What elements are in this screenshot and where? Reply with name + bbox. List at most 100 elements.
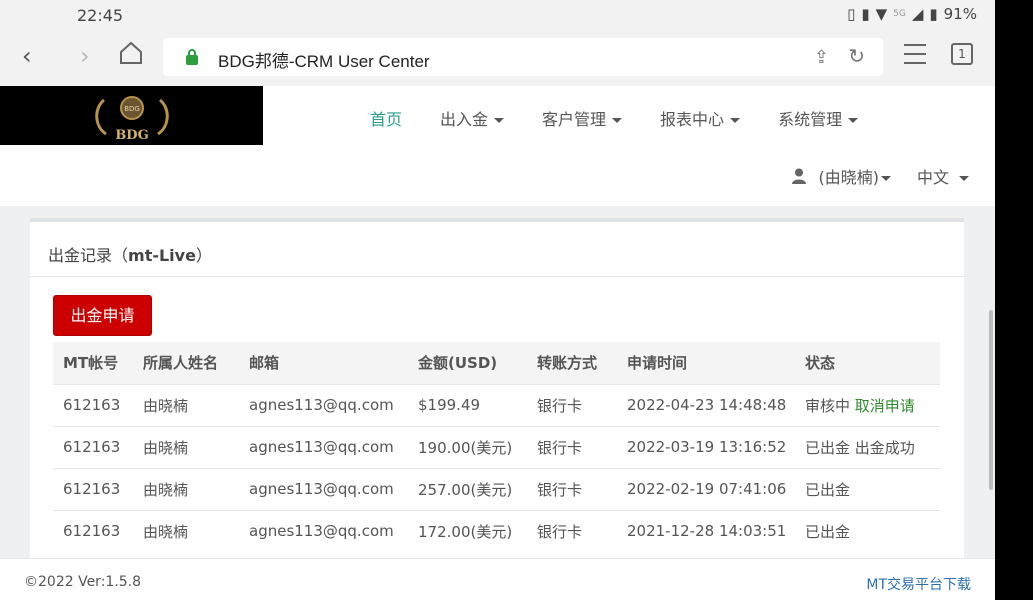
cell-amount: 257.00(美元): [408, 467, 527, 510]
wifi-icon: ▼: [875, 5, 888, 23]
battery-level: 91%: [943, 5, 977, 23]
cell-time: 2022-03-19 13:16:52: [617, 425, 795, 468]
chevron-down-icon: [730, 118, 741, 123]
table-row: 612163 由晓楠 agnes113@qq.com 190.00(美元) 银行…: [53, 425, 940, 468]
panel-title-account: mt-Live: [128, 246, 196, 265]
signal-icon: ◢: [911, 5, 924, 23]
site-header: BDG BDG 首页 出入金 客户管理 报表中心 系统管理 (由晓楠) 中文: [0, 86, 995, 206]
logo[interactable]: BDG BDG: [0, 86, 263, 145]
cell-amount: 190.00(美元): [408, 425, 527, 468]
cell-status: 已出金 出金成功: [795, 425, 940, 468]
footer: ©2022 Ver:1.5.8 MT交易平台下载: [0, 558, 995, 600]
lock-icon: [186, 49, 198, 65]
status-bar: 22:45 ▯ ▮ ▼ 5G ◢ ▮ 91%: [0, 0, 995, 30]
status-icons: ▯ ▮ ▼ 5G ◢ ▮ 91%: [847, 5, 977, 23]
tabs-count-button[interactable]: 1: [951, 43, 973, 65]
chevron-down-icon: [880, 176, 891, 181]
col-owner-name: 所属人姓名: [133, 342, 239, 384]
nav-system-management[interactable]: 系统管理: [778, 106, 859, 130]
chevron-down-icon: [612, 118, 623, 123]
cell-status: 审核中 取消申请: [795, 383, 940, 426]
nav-customer-management[interactable]: 客户管理: [542, 106, 623, 130]
table-header-row: MT帐号 所属人姓名 邮箱 金额(USD) 转账方式 申请时间 状态: [53, 342, 940, 384]
mt-platform-download-link[interactable]: MT交易平台下载: [866, 574, 971, 594]
cell-name: 由晓楠: [133, 509, 239, 552]
cell-amount: 172.00(美元): [408, 509, 527, 552]
address-bar[interactable]: BDG邦德-CRM User Center ⇪ ↻: [163, 38, 883, 76]
logo-text: BDG: [115, 128, 148, 142]
status-time: 22:45: [77, 6, 124, 25]
col-email: 邮箱: [239, 342, 408, 384]
cell-method: 银行卡: [527, 383, 617, 426]
cell-email: agnes113@qq.com: [239, 383, 408, 426]
chevron-down-icon: [959, 176, 969, 181]
user-icon: [792, 168, 807, 184]
cell-amount: $199.49: [408, 383, 527, 426]
cell-status: 已出金: [795, 467, 940, 510]
col-mt-account: MT帐号: [53, 342, 133, 384]
user-dropdown[interactable]: (由晓楠): [818, 164, 891, 188]
divider: [30, 276, 964, 277]
nav-customer-management-label: 客户管理: [542, 110, 607, 129]
version-text: ©2022 Ver:1.5.8: [24, 574, 142, 590]
cell-method: 银行卡: [527, 425, 617, 468]
chevron-down-icon: [848, 118, 859, 123]
cancel-application-link[interactable]: 取消申请: [855, 397, 915, 415]
screen-edge: [995, 0, 1033, 600]
withdrawal-records-panel: 出金记录（mt-Live） 出金申请 MT帐号 所属人姓名 邮箱 金额(USD)…: [30, 218, 964, 568]
cell-name: 由晓楠: [133, 467, 239, 510]
col-apply-time: 申请时间: [617, 342, 795, 384]
col-status: 状态: [795, 342, 940, 384]
cell-account: 612163: [53, 383, 133, 426]
table-row: 612163 由晓楠 agnes113@qq.com $199.49 银行卡 2…: [53, 383, 940, 426]
home-icon[interactable]: [118, 40, 144, 72]
forward-icon[interactable]: ›: [80, 42, 90, 70]
cell-time: 2022-02-19 07:41:06: [617, 467, 795, 510]
nav-report-center[interactable]: 报表中心: [660, 106, 741, 130]
panel-title: 出金记录（mt-Live）: [48, 242, 212, 266]
cell-name: 由晓楠: [133, 383, 239, 426]
cell-account: 612163: [53, 509, 133, 552]
cell-status: 已出金: [795, 509, 940, 552]
table-row: 612163 由晓楠 agnes113@qq.com 257.00(美元) 银行…: [53, 467, 940, 510]
cell-time: 2022-04-23 14:48:48: [617, 383, 795, 426]
sim-icon: ▮: [861, 5, 870, 23]
language-label: 中文: [916, 168, 949, 187]
language-dropdown[interactable]: 中文: [917, 164, 969, 188]
share-icon[interactable]: ⇪: [814, 47, 829, 68]
user-name: (由晓楠): [818, 168, 879, 187]
page-scrollbar[interactable]: [989, 310, 993, 490]
nav-report-center-label: 报表中心: [660, 110, 725, 129]
user-menu-row: (由晓楠) 中文: [792, 164, 969, 188]
chevron-down-icon: [494, 118, 505, 123]
nav-deposit-withdraw[interactable]: 出入金: [440, 106, 505, 130]
nav-home-label: 首页: [370, 110, 403, 129]
cell-account: 612163: [53, 467, 133, 510]
cell-method: 银行卡: [527, 509, 617, 552]
browser-toolbar: ‹ › BDG邦德-CRM User Center ⇪ ↻ 1: [0, 30, 995, 86]
cell-account: 612163: [53, 425, 133, 468]
main-nav: 首页 出入金 客户管理 报表中心 系统管理: [370, 106, 896, 130]
col-amount: 金额(USD): [408, 342, 527, 384]
col-transfer-method: 转账方式: [527, 342, 617, 384]
withdraw-apply-button[interactable]: 出金申请: [53, 295, 152, 336]
cell-email: agnes113@qq.com: [239, 509, 408, 552]
bdg-logo-icon: BDG BDG: [95, 96, 169, 142]
menu-icon[interactable]: [904, 44, 926, 71]
panel-title-suffix: ）: [195, 246, 212, 265]
cell-email: agnes113@qq.com: [239, 425, 408, 468]
reload-icon[interactable]: ↻: [848, 44, 865, 68]
nav-system-management-label: 系统管理: [778, 110, 843, 129]
back-icon[interactable]: ‹: [22, 42, 32, 70]
battery-icon: ▮: [929, 5, 938, 23]
cell-time: 2021-12-28 14:03:51: [617, 509, 795, 552]
panel-title-prefix: 出金记录（: [48, 246, 129, 265]
nav-home[interactable]: 首页: [370, 106, 402, 130]
cell-email: agnes113@qq.com: [239, 467, 408, 510]
network-label: 5G: [893, 9, 906, 19]
logo-badge-text: BDG: [124, 105, 140, 113]
withdrawal-table: MT帐号 所属人姓名 邮箱 金额(USD) 转账方式 申请时间 状态 61216…: [53, 342, 940, 552]
cell-name: 由晓楠: [133, 425, 239, 468]
status-text: 审核中: [805, 396, 851, 415]
cell-method: 银行卡: [527, 467, 617, 510]
